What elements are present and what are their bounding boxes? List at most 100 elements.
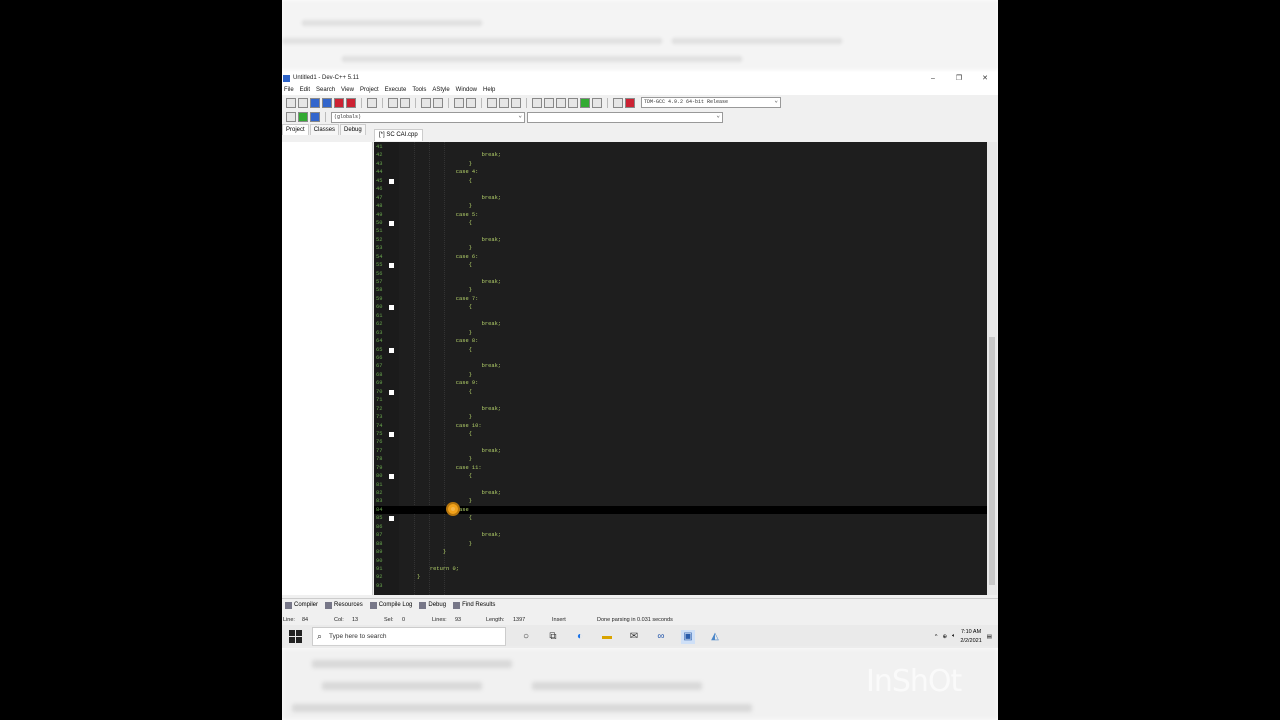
code-line[interactable]: 86 <box>374 523 987 531</box>
code-line[interactable]: 57 break; <box>374 278 987 286</box>
open-file-icon[interactable] <box>298 97 308 108</box>
save-icon[interactable] <box>310 97 320 108</box>
code-line[interactable]: 72 break; <box>374 405 987 413</box>
code-line[interactable]: 76 <box>374 438 987 446</box>
menu-project[interactable]: Project <box>360 87 379 93</box>
editor-scrollbar[interactable] <box>987 142 997 595</box>
file-explorer-icon[interactable]: ▬ <box>600 630 614 644</box>
code-line[interactable]: 67 break; <box>374 362 987 370</box>
redo-icon[interactable] <box>400 97 410 108</box>
code-line[interactable]: 81 <box>374 481 987 489</box>
code-line[interactable]: 73 } <box>374 413 987 421</box>
chevron-up-icon[interactable]: ^ <box>935 634 938 640</box>
code-line[interactable]: 56 <box>374 270 987 278</box>
code-line[interactable]: 90 <box>374 557 987 565</box>
code-line[interactable]: 80 { <box>374 472 987 480</box>
code-line[interactable]: 91 return 0; <box>374 565 987 573</box>
people-icon[interactable]: ∞ <box>654 630 668 644</box>
code-line[interactable]: 77 break; <box>374 447 987 455</box>
volume-icon[interactable]: 🔈︎ <box>952 633 955 640</box>
code-line[interactable]: 60 { <box>374 303 987 311</box>
code-line[interactable]: 45 { <box>374 177 987 185</box>
current-code-line[interactable]: 84 case <box>374 505 987 515</box>
close-button[interactable]: ✕ <box>972 74 998 82</box>
indent-icon[interactable] <box>454 97 464 108</box>
code-line[interactable]: 53 } <box>374 244 987 252</box>
menu-astyle[interactable]: AStyle <box>432 87 449 93</box>
notification-icon[interactable]: ▤ <box>987 634 992 640</box>
stop-icon[interactable] <box>592 97 602 108</box>
member-select[interactable] <box>527 111 723 123</box>
scrollbar-thumb[interactable] <box>989 337 995 585</box>
replace-icon[interactable] <box>433 97 443 108</box>
menu-view[interactable]: View <box>341 87 354 93</box>
menu-execute[interactable]: Execute <box>385 87 407 93</box>
code-line[interactable]: 49 case 5: <box>374 211 987 219</box>
code-line[interactable]: 78 } <box>374 455 987 463</box>
code-line[interactable]: 54 case 6: <box>374 253 987 261</box>
insert-icon[interactable] <box>298 112 308 122</box>
code-line[interactable]: 62 break; <box>374 320 987 328</box>
check-syntax-icon[interactable] <box>580 97 590 108</box>
code-line[interactable]: 46 <box>374 185 987 193</box>
code-line[interactable]: 55 { <box>374 261 987 269</box>
code-line[interactable]: 59 case 7: <box>374 295 987 303</box>
fold-marker-icon[interactable] <box>389 263 394 269</box>
save-all-icon[interactable] <box>322 97 332 108</box>
maximize-button[interactable]: ❐ <box>946 74 972 82</box>
code-line[interactable]: 43 } <box>374 160 987 168</box>
compile-icon[interactable] <box>532 97 542 108</box>
run-icon[interactable] <box>544 97 554 108</box>
code-line[interactable]: 63 } <box>374 329 987 337</box>
devcpp-taskbar-icon[interactable]: ▣ <box>681 629 695 644</box>
clock[interactable]: 7:10 AM 2/2/2021 <box>960 628 981 646</box>
code-line[interactable]: 42 break; <box>374 151 987 159</box>
task-view-icon[interactable]: ⧉ <box>546 630 560 644</box>
tab-resources[interactable]: Resources <box>325 601 363 609</box>
bookmark-icon[interactable] <box>511 97 521 108</box>
code-line[interactable]: 50 { <box>374 219 987 227</box>
chart-icon[interactable] <box>613 97 623 108</box>
undo-icon[interactable] <box>388 97 398 108</box>
code-line[interactable]: 64 case 8: <box>374 337 987 345</box>
app-taskbar-icon[interactable]: ◭ <box>708 630 722 644</box>
code-line[interactable]: 93 <box>374 582 987 590</box>
fold-marker-icon[interactable] <box>389 178 394 184</box>
code-line[interactable]: 74 case 10: <box>374 422 987 430</box>
menu-tools[interactable]: Tools <box>412 87 426 93</box>
edge-icon[interactable]: ◐ <box>573 630 587 644</box>
tab-project[interactable]: Project <box>282 124 309 135</box>
code-line[interactable]: 51 <box>374 227 987 235</box>
back-icon[interactable] <box>487 97 497 108</box>
taskbar-search-input[interactable]: Type here to search <box>312 627 506 646</box>
rebuild-icon[interactable] <box>568 97 578 108</box>
code-line[interactable]: 61 <box>374 312 987 320</box>
code-line[interactable]: 68 } <box>374 371 987 379</box>
code-line[interactable]: 85 { <box>374 514 987 522</box>
tab-classes[interactable]: Classes <box>309 124 340 135</box>
scope-select[interactable]: (globals) <box>331 111 525 123</box>
find-icon[interactable] <box>421 97 431 108</box>
code-line[interactable]: 52 break; <box>374 236 987 244</box>
code-line[interactable]: 70 { <box>374 388 987 396</box>
code-line[interactable]: 47 break; <box>374 194 987 202</box>
class-browser-icon[interactable] <box>286 112 296 122</box>
minimize-button[interactable]: – <box>920 75 946 82</box>
code-line[interactable]: 88 } <box>374 540 987 548</box>
print-icon[interactable] <box>367 97 377 108</box>
cortana-icon[interactable]: ○ <box>519 630 533 644</box>
compile-run-icon[interactable] <box>556 97 566 108</box>
menu-search[interactable]: Search <box>316 87 335 93</box>
fold-marker-icon[interactable] <box>389 516 394 522</box>
fold-marker-icon[interactable] <box>389 389 394 395</box>
new-file-icon[interactable] <box>286 97 296 108</box>
code-line[interactable]: 58 } <box>374 286 987 294</box>
code-line[interactable]: 92 } <box>374 573 987 581</box>
close-file-icon[interactable] <box>334 97 344 108</box>
editor-file-tab[interactable]: [*] SC CAI.cpp <box>374 129 423 141</box>
code-line[interactable]: 71 <box>374 396 987 404</box>
menu-help[interactable]: Help <box>483 87 495 93</box>
compiler-select[interactable]: TDM-GCC 4.9.2 64-bit Release <box>641 96 781 108</box>
unindent-icon[interactable] <box>466 97 476 108</box>
code-line[interactable]: 66 <box>374 354 987 362</box>
